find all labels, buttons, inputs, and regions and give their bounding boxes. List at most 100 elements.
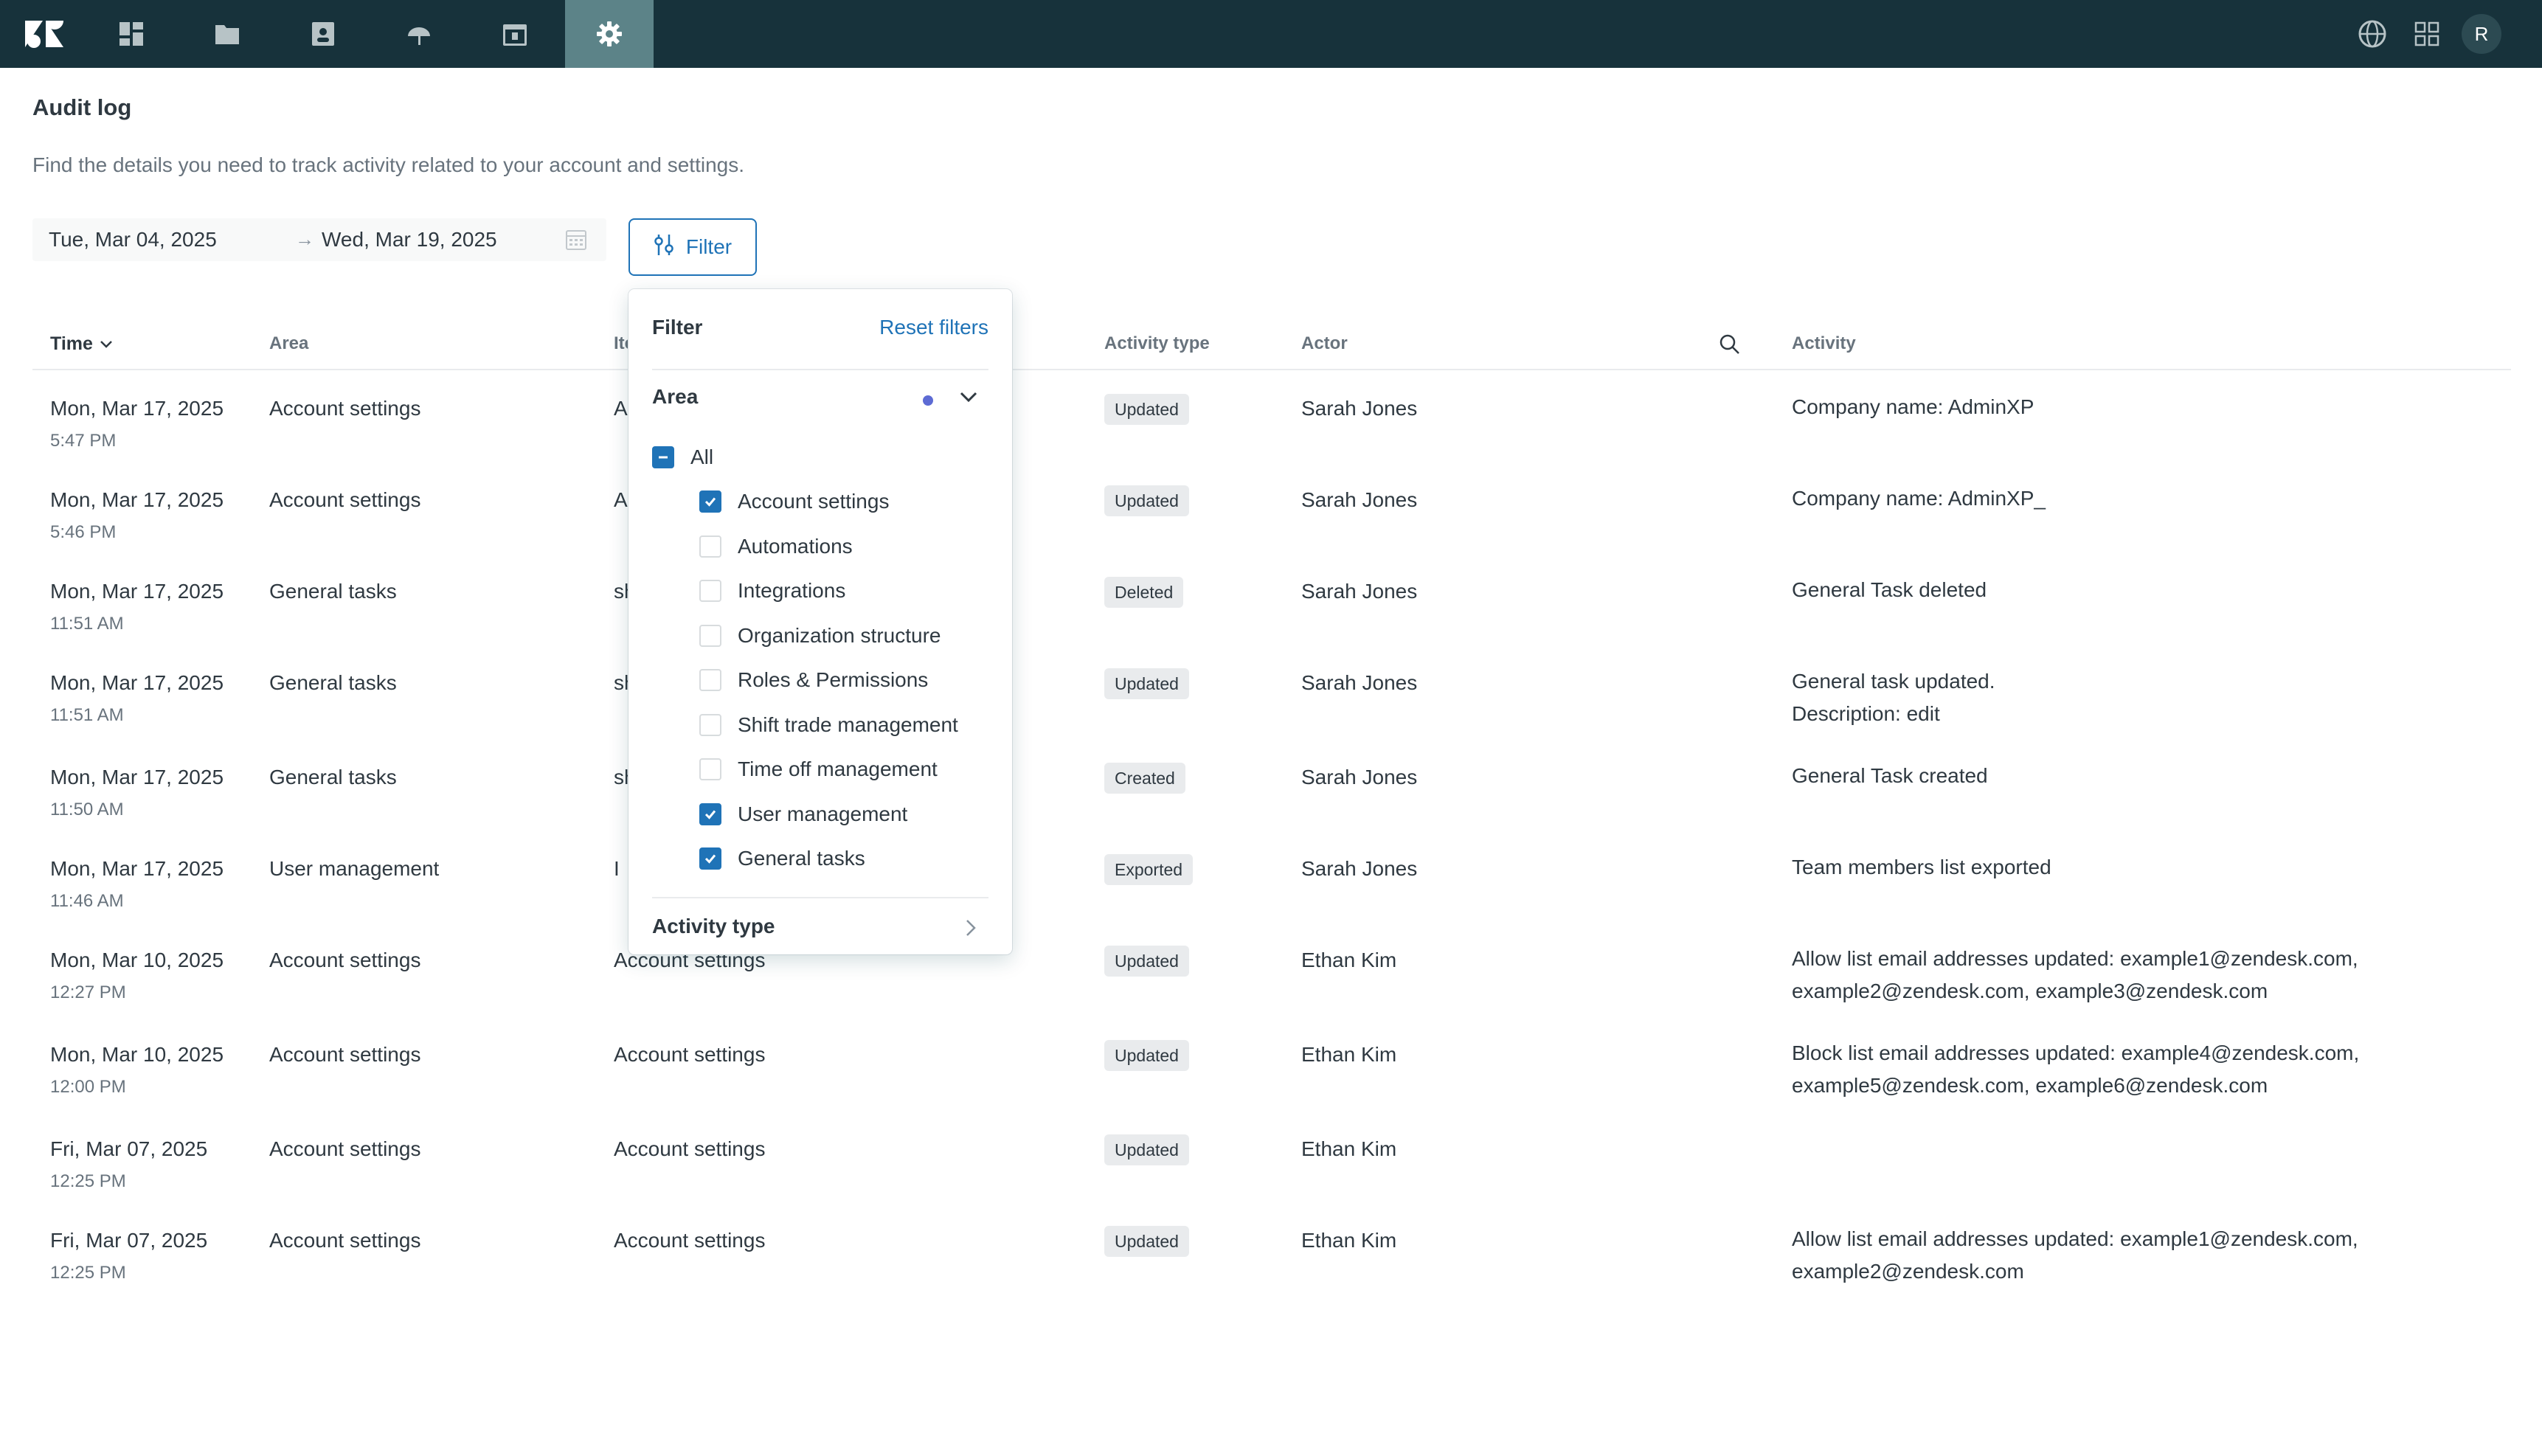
column-header-actor[interactable]: Actor — [1301, 333, 1348, 354]
row-actor: Ethan Kim — [1301, 1137, 1397, 1160]
area-option-label: Time off management — [738, 758, 938, 780]
activity-type-badge: Updated — [1104, 668, 1189, 699]
start-date-input[interactable]: Tue, Mar 04, 2025 — [49, 228, 217, 252]
area-option-checkbox[interactable]: User management — [699, 802, 907, 826]
row-activity: General Task deleted — [1792, 574, 2529, 606]
unchecked-checkbox-icon[interactable] — [699, 758, 721, 780]
date-range-arrow-icon: → — [295, 228, 314, 250]
date-range-picker[interactable]: Tue, Mar 04, 2025 → Wed, Mar 19, 2025 — [32, 218, 606, 261]
area-option-label: Automations — [738, 534, 853, 558]
unchecked-checkbox-icon[interactable] — [699, 535, 721, 558]
area-option-label: Integrations — [738, 579, 846, 602]
unchecked-checkbox-icon[interactable] — [699, 713, 721, 736]
row-actor: Ethan Kim — [1301, 949, 1397, 971]
area-option-checkbox[interactable]: Automations — [699, 535, 853, 558]
row-item: Account settings — [614, 1043, 766, 1066]
row-activity: Team members list exported — [1792, 851, 2529, 884]
user-avatar-button[interactable]: R — [2459, 0, 2504, 68]
row-activity: Company name: AdminXP — [1792, 391, 2529, 423]
activity-line: General task updated. — [1792, 670, 1995, 693]
filter-button-label: Filter — [685, 235, 733, 258]
settings-icon[interactable] — [565, 0, 654, 68]
popover-divider — [652, 897, 988, 898]
app-grid-icon[interactable] — [2408, 0, 2446, 68]
row-activity: Allow list email addresses updated: exam… — [1792, 1223, 2529, 1288]
row-time: 12:27 PM — [50, 982, 126, 1002]
activity-type-badge: Created — [1104, 763, 1185, 794]
row-date: Mon, Mar 17, 2025 — [50, 766, 224, 788]
row-time: 11:50 AM — [50, 800, 124, 819]
column-header-time-label: Time — [50, 333, 93, 354]
row-actor: Sarah Jones — [1301, 766, 1418, 788]
row-time: 11:51 AM — [50, 705, 124, 725]
column-header-activity[interactable]: Activity — [1792, 333, 1856, 354]
checkbox-all[interactable]: All — [652, 446, 713, 469]
area-option-checkbox[interactable]: Integrations — [699, 579, 845, 603]
checked-checkbox-icon[interactable] — [699, 802, 721, 825]
activity-type-badge: Exported — [1104, 854, 1194, 885]
reset-filters-link[interactable]: Reset filters — [879, 316, 988, 339]
area-section-label[interactable]: Area — [652, 385, 698, 409]
indeterminate-checkbox-icon[interactable] — [652, 446, 674, 468]
row-item: Account settings — [614, 1229, 766, 1252]
activity-type-badge: Updated — [1104, 1134, 1189, 1165]
row-area: Account settings — [269, 1229, 421, 1252]
activity-type-badge: Updated — [1104, 1040, 1189, 1071]
row-date: Mon, Mar 17, 2025 — [50, 857, 224, 880]
dashboard-icon[interactable] — [87, 0, 176, 68]
unchecked-checkbox-icon[interactable] — [699, 580, 721, 602]
top-navigation-bar: R — [0, 0, 2542, 68]
column-header-activity-type[interactable]: Activity type — [1104, 333, 1210, 354]
filter-sliders-icon — [654, 233, 674, 262]
activity-type-section-label[interactable]: Activity type — [652, 915, 775, 938]
row-actor: Sarah Jones — [1301, 488, 1418, 511]
forecast-icon[interactable] — [375, 0, 463, 68]
row-date: Fri, Mar 07, 2025 — [50, 1229, 208, 1252]
area-option-checkbox[interactable]: Shift trade management — [699, 713, 958, 737]
activity-line: Company name: AdminXP_ — [1792, 487, 2046, 510]
unchecked-checkbox-icon[interactable] — [699, 669, 721, 691]
checked-checkbox-icon[interactable] — [699, 490, 721, 513]
area-option-checkbox[interactable]: General tasks — [699, 847, 865, 870]
area-option-label: User management — [738, 802, 908, 825]
activity-type-badge: Updated — [1104, 485, 1189, 516]
row-item: I — [614, 857, 620, 880]
unchecked-checkbox-icon[interactable] — [699, 624, 721, 647]
activity-line: General Task deleted — [1792, 578, 1987, 601]
row-time: 12:25 PM — [50, 1263, 126, 1283]
chevron-right-icon[interactable] — [963, 918, 978, 942]
activity-line: Allow list email addresses updated: exam… — [1792, 1227, 2358, 1250]
page-description: Find the details you need to track activ… — [32, 153, 744, 176]
row-time: 12:25 PM — [50, 1171, 126, 1191]
chevron-down-icon[interactable] — [957, 389, 980, 409]
filter-button[interactable]: Filter — [628, 218, 757, 276]
area-option-checkbox[interactable]: Organization structure — [699, 624, 941, 648]
row-area: General tasks — [269, 766, 397, 788]
zendesk-logo-icon[interactable] — [0, 0, 89, 68]
area-option-checkbox[interactable]: Account settings — [699, 490, 889, 513]
actor-search-icon[interactable] — [1719, 333, 1741, 359]
column-header-time[interactable]: Time — [50, 333, 114, 355]
calendar-icon[interactable] — [471, 0, 559, 68]
activity-line: Block list email addresses updated: exam… — [1792, 1041, 2360, 1064]
row-date: Mon, Mar 10, 2025 — [50, 1043, 224, 1066]
row-date: Fri, Mar 07, 2025 — [50, 1137, 208, 1160]
area-option-checkbox[interactable]: Time off management — [699, 758, 938, 781]
globe-icon[interactable] — [2353, 0, 2392, 68]
row-area: Account settings — [269, 949, 421, 971]
area-option-checkbox[interactable]: Roles & Permissions — [699, 668, 928, 692]
row-date: Mon, Mar 17, 2025 — [50, 671, 224, 694]
end-date-input[interactable]: Wed, Mar 19, 2025 — [322, 228, 497, 252]
checked-checkbox-icon[interactable] — [699, 847, 721, 870]
page-title: Audit log — [32, 94, 132, 120]
activity-line: Team members list exported — [1792, 856, 2051, 878]
row-area: User management — [269, 857, 440, 880]
row-activity: General task updated. Description: edit — [1792, 665, 2529, 730]
row-actor: Sarah Jones — [1301, 857, 1418, 880]
folder-icon[interactable] — [183, 0, 271, 68]
column-header-area[interactable]: Area — [269, 333, 308, 354]
contacts-icon[interactable] — [279, 0, 367, 68]
calendar-picker-icon[interactable] — [565, 229, 587, 254]
activity-line: General Task created — [1792, 764, 1988, 787]
row-date: Mon, Mar 10, 2025 — [50, 949, 224, 971]
